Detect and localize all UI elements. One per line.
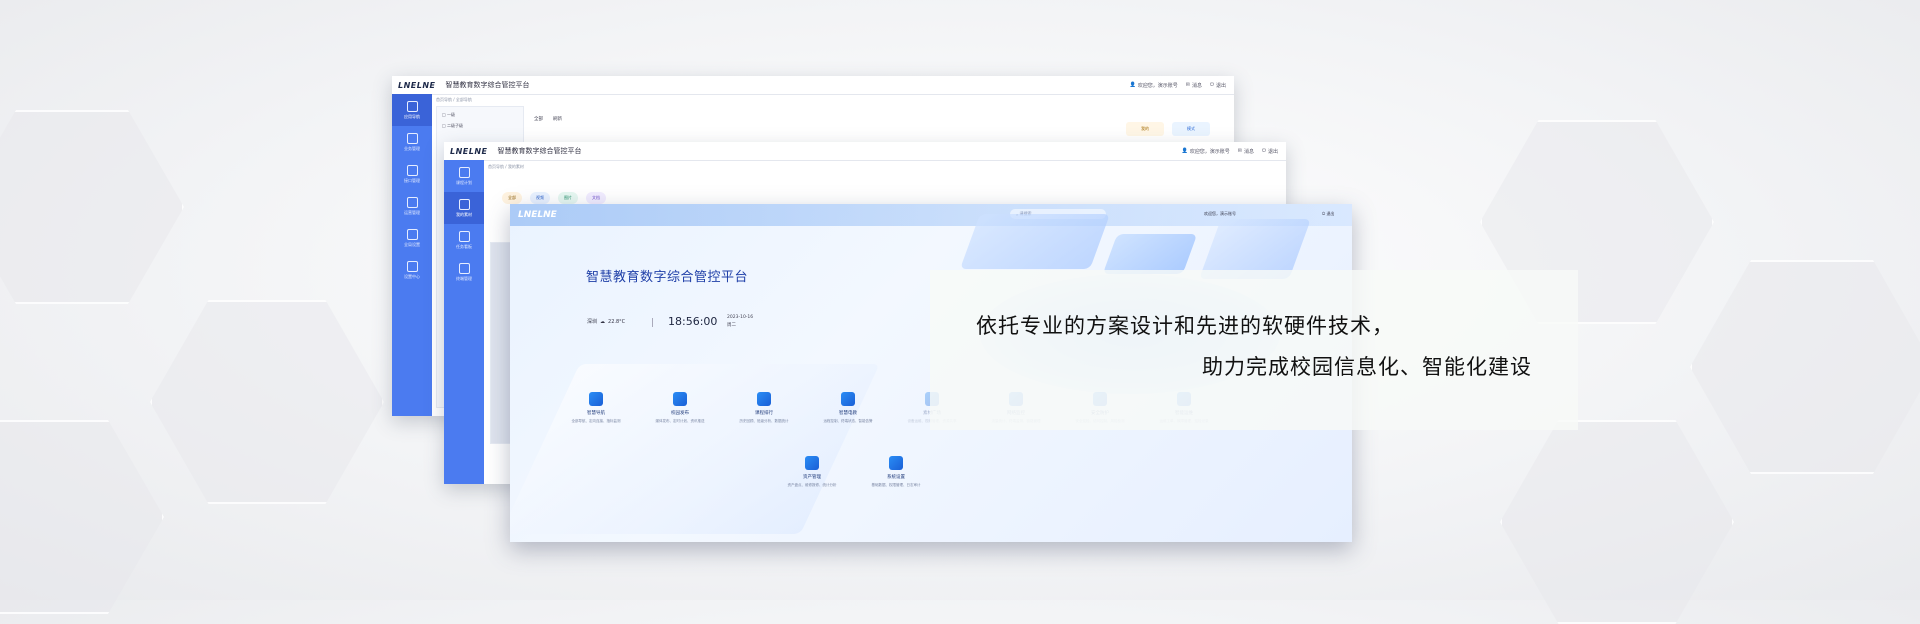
brand-logo: LNELNE <box>398 80 436 90</box>
hexagon-decor <box>150 300 384 504</box>
wrench-icon <box>406 260 418 272</box>
user-icon: 👤 <box>1181 148 1188 154</box>
hexagon-decor <box>1500 420 1734 624</box>
cloud-nav-icon <box>589 392 603 406</box>
chip-image[interactable]: 图片 <box>558 192 578 204</box>
clock: 18:56:00 <box>668 315 718 328</box>
breadcrumb: 首页导航 / 全部导航 <box>436 97 472 102</box>
back-window-topbar: LNELNE 智慧教育数字综合管控平台 👤 欢迎您，演示账号 ✉ 消息 ⏻ 退出 <box>392 76 1234 95</box>
file-icon <box>458 198 470 210</box>
sidebar-item-5[interactable]: 设置中心 <box>392 254 432 286</box>
sidebar-item-2[interactable]: 接口管理 <box>392 158 432 190</box>
card-mode[interactable]: 模式 <box>1172 122 1210 136</box>
user-link[interactable]: 👤 欢迎您，演示账号 <box>1182 148 1230 155</box>
illustration-block <box>1102 234 1198 274</box>
chip-all[interactable]: 全部 <box>502 192 522 204</box>
window-title: 智慧教育数字综合管控平台 <box>445 81 530 89</box>
tree-item[interactable]: □ 一级 <box>437 107 523 123</box>
module-tile[interactable]: 资产管理 资产盘点、维修报修、统计分析 <box>772 456 852 488</box>
user-link[interactable]: 欢迎您，演示账号 <box>1204 211 1236 217</box>
card-mine[interactable]: 我的 <box>1126 122 1164 136</box>
chip-video[interactable]: 视频 <box>530 192 550 204</box>
sidebar-item-1[interactable]: 我的素材 <box>444 192 484 224</box>
calendar-icon <box>458 166 470 178</box>
sidebar-item-0[interactable]: 应用导航 <box>392 94 432 126</box>
middle-sidebar: 课程计划 我的素材 任务看板 终端管理 <box>444 160 484 484</box>
module-tile[interactable]: 系统设置 基础数据、权限管理、日志审计 <box>856 456 936 488</box>
message-icon: ✉ <box>1185 82 1190 88</box>
brand-logo: LNELNE <box>518 210 557 220</box>
message-icon: ✉ <box>1237 148 1242 154</box>
sidebar-item-3[interactable]: 终端管理 <box>444 256 484 288</box>
middle-window-topbar: LNELNE 智慧教育数字综合管控平台 👤 欢迎您，演示账号 ✉ 消息 ⏻ 退出 <box>444 142 1286 161</box>
caption-overlay: 依托专业的方案设计和先进的软硬件技术， 助力完成校园信息化、智能化建设 <box>930 270 1578 430</box>
page-title: 智慧教育数字综合管控平台 <box>586 270 749 285</box>
window-title: 智慧教育数字综合管控平台 <box>497 147 582 155</box>
sidebar-item-0[interactable]: 课程计划 <box>444 160 484 192</box>
illustration-platform <box>959 214 1111 269</box>
illustration-glass-plate <box>510 364 880 534</box>
doc-icon <box>406 196 418 208</box>
ranking-icon <box>757 392 771 406</box>
message-link[interactable]: ✉ 消息 <box>1186 82 1202 89</box>
module-tile[interactable]: 智慧电教 远程控制、终端状态、智能告警 <box>808 392 888 424</box>
toolbar-refresh-button[interactable]: 刷新 <box>553 116 562 122</box>
module-tile[interactable]: 课程排行 历史回顾、班级分析、数据统计 <box>724 392 804 424</box>
chip-doc[interactable]: 文档 <box>586 192 606 204</box>
user-link[interactable]: 👤 欢迎您，演示账号 <box>1130 82 1178 89</box>
toolbar-all-button[interactable]: 全部 <box>534 116 543 122</box>
back-toolbar: 全部 刷新 <box>534 116 562 122</box>
power-icon: ⏻ <box>1210 82 1214 88</box>
user-icon: 👤 <box>1129 82 1136 88</box>
sidebar-item-1[interactable]: 业务管理 <box>392 126 432 158</box>
divider <box>652 318 653 327</box>
hexagon-decor <box>0 420 164 614</box>
briefcase-icon <box>406 132 418 144</box>
caption-line-1: 依托专业的方案设计和先进的软硬件技术， <box>976 314 1394 338</box>
apps-grid-icon <box>889 456 903 470</box>
cloud-icon: ☁ <box>600 318 606 325</box>
power-icon: ⏻ <box>1262 148 1266 154</box>
grid-icon <box>406 164 418 176</box>
monitor-icon <box>458 230 470 242</box>
sidebar-item-2[interactable]: 任务看板 <box>444 224 484 256</box>
screen-icon <box>458 262 470 274</box>
filter-chips: 全部 视频 图片 文档 <box>502 192 606 204</box>
send-icon <box>673 392 687 406</box>
sidebar-item-4[interactable]: 全局设置 <box>392 222 432 254</box>
module-tile[interactable]: 智慧导航 全部导航、定向连接、指标监测 <box>556 392 636 424</box>
exit-link[interactable]: ⏻ 退出 <box>1262 148 1278 155</box>
asset-icon <box>805 456 819 470</box>
date-display: 2023-10-16 周二 <box>727 315 754 328</box>
breadcrumb: 首页导航 / 我的素材 <box>488 164 524 169</box>
back-sidebar: 应用导航 业务管理 接口管理 运营管理 全局设置 设置中心 <box>392 94 432 416</box>
sidebar-item-3[interactable]: 运营管理 <box>392 190 432 222</box>
hexagon-decor <box>0 110 184 304</box>
hexagon-decor <box>1690 260 1920 474</box>
module-tile[interactable]: 校园发布 媒体发布、定时计划、资讯推送 <box>640 392 720 424</box>
weather-widget: 深圳 ☁ 22.8°C <box>587 318 626 326</box>
radio-icon <box>841 392 855 406</box>
link-icon <box>406 100 418 112</box>
thumbnail-strip <box>490 242 512 444</box>
caption-line-2: 助力完成校园信息化、智能化建设 <box>1202 355 1532 379</box>
message-link[interactable]: ✉ 消息 <box>1238 148 1254 155</box>
tree-item[interactable]: □ 二级子级 <box>437 123 523 129</box>
exit-link[interactable]: ⏻ 退出 <box>1322 211 1334 217</box>
exit-link[interactable]: ⏻ 退出 <box>1210 82 1226 89</box>
settings-icon <box>406 228 418 240</box>
brand-logo: LNELNE <box>450 146 488 156</box>
